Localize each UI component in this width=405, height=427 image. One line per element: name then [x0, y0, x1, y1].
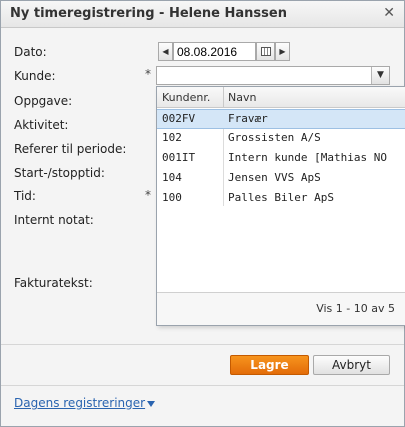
close-icon[interactable]: ✕	[383, 5, 395, 21]
required-mark-tid: *	[145, 188, 151, 202]
label-tid: Tid:	[14, 189, 36, 203]
customer-list: 002FV Fravær 102 Grossisten A/S 001IT In…	[157, 109, 405, 209]
cell-navn: Jensen VVS ApS	[228, 171, 321, 184]
column-header-navn[interactable]: Navn	[228, 91, 256, 104]
table-row[interactable]: 001IT Intern kunde [Mathias NO...	[157, 149, 405, 169]
label-fakturatekst: Fakturatekst:	[14, 276, 93, 290]
required-mark-kunde: *	[145, 67, 151, 81]
grid-footer: Vis 1 - 10 av 5	[157, 292, 405, 325]
cell-kundenr: 100	[162, 191, 182, 204]
label-aktivitet: Aktivitet:	[14, 118, 69, 132]
grid-header: Kundenr. Navn	[157, 87, 405, 108]
date-field[interactable]	[173, 42, 256, 61]
column-divider	[223, 87, 224, 108]
chevron-down-icon[interactable]: ▼	[371, 67, 389, 84]
label-referer-periode: Referer til periode:	[14, 142, 127, 156]
pager-status: Vis 1 - 10 av 5	[316, 302, 395, 315]
table-row[interactable]: 102 Grossisten A/S	[157, 129, 405, 149]
save-button[interactable]: Lagre	[230, 355, 309, 375]
calendar-button[interactable]	[256, 42, 275, 61]
label-dato: Dato:	[14, 45, 47, 59]
cell-navn: Fravær	[228, 112, 268, 125]
cell-navn: Intern kunde [Mathias NO...	[228, 151, 388, 164]
table-row[interactable]: 100 Palles Biler ApS	[157, 189, 405, 209]
label-start-stopptid: Start-/stopptid:	[14, 166, 105, 180]
dialog-title: Ny timeregistrering - Helene Hanssen	[10, 6, 287, 21]
cell-kundenr: 002FV	[162, 112, 196, 125]
label-oppgave: Oppgave:	[14, 94, 73, 108]
table-row[interactable]: 002FV Fravær	[157, 109, 405, 129]
column-header-kundenr[interactable]: Kundenr.	[162, 91, 210, 104]
divider	[1, 385, 404, 386]
customer-combo[interactable]: ▼	[156, 66, 390, 85]
divider	[1, 344, 404, 345]
label-kunde: Kunde:	[14, 69, 56, 83]
caret-down-icon	[147, 400, 156, 407]
calendar-icon	[261, 47, 271, 56]
next-day-button[interactable]: ▶	[275, 42, 290, 61]
customer-dropdown: Kundenr. Navn 002FV Fravær 102 Grossiste…	[156, 86, 405, 326]
prev-day-button[interactable]: ◀	[158, 42, 173, 61]
label-internt-notat: Internt notat:	[14, 213, 94, 227]
todays-registrations-label: Dagens registreringer	[14, 396, 146, 410]
cancel-button[interactable]: Avbryt	[313, 355, 390, 375]
table-row[interactable]: 104 Jensen VVS ApS	[157, 169, 405, 189]
time-registration-dialog: Ny timeregistrering - Helene Hanssen ✕ D…	[0, 0, 405, 427]
cell-kundenr: 102	[162, 131, 182, 144]
todays-registrations-link[interactable]: Dagens registreringer	[14, 396, 156, 410]
dialog-titlebar: Ny timeregistrering - Helene Hanssen ✕	[1, 1, 404, 28]
cell-kundenr: 104	[162, 171, 182, 184]
cell-navn: Grossisten A/S	[228, 131, 321, 144]
cell-kundenr: 001IT	[162, 151, 196, 164]
cell-navn: Palles Biler ApS	[228, 191, 334, 204]
